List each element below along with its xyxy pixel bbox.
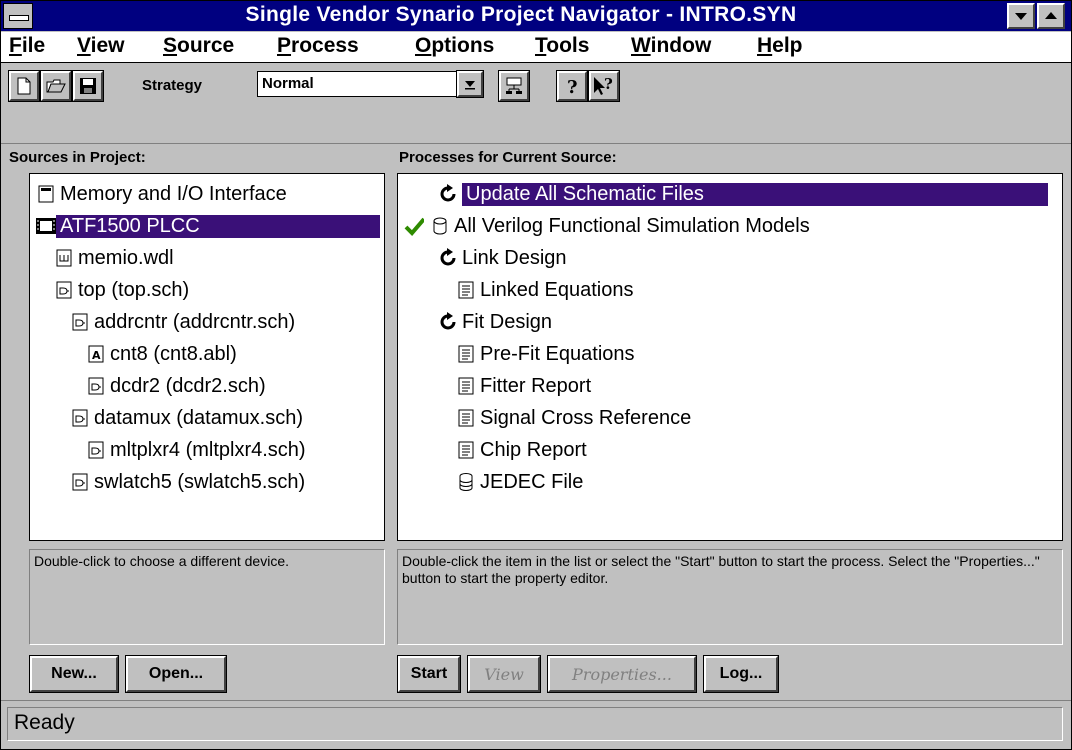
list-item[interactable]: Fit Design (438, 306, 1058, 338)
chip-icon (36, 216, 56, 236)
wdl-file-icon (54, 248, 74, 268)
project-icon (36, 184, 56, 204)
list-item[interactable]: Update All Schematic Files (438, 178, 1058, 210)
menu-options[interactable]: Options (415, 34, 494, 58)
list-item[interactable]: Chip Report (456, 434, 1058, 466)
svg-text:?: ? (604, 75, 613, 93)
new-document-icon (17, 77, 31, 95)
list-item[interactable]: Pre-Fit Equations (456, 338, 1058, 370)
title-bar[interactable]: Single Vendor Synario Project Navigator … (1, 1, 1071, 31)
strategy-dropdown-button[interactable] (456, 70, 484, 98)
minimize-button[interactable] (1007, 3, 1035, 29)
maximize-button[interactable] (1037, 3, 1065, 29)
sources-hint: Double-click to choose a different devic… (29, 549, 385, 645)
context-help-icon: ? (594, 75, 613, 95)
question-mark-icon: ? (567, 77, 578, 96)
minimize-icon (1015, 13, 1027, 20)
open-button[interactable]: Open... (125, 655, 227, 693)
save-button[interactable] (72, 70, 104, 102)
jedec-icon (456, 472, 476, 492)
toolbar: Strategy ? ? (1, 63, 1071, 143)
abel-file-icon: A (86, 344, 106, 364)
schematic-icon (70, 472, 90, 492)
start-button[interactable]: Start (397, 655, 461, 693)
schematic-icon (54, 280, 74, 300)
menu-view[interactable]: View (77, 34, 125, 58)
report-icon (456, 408, 476, 428)
svg-text:A: A (92, 349, 101, 362)
report-icon (456, 440, 476, 460)
list-item[interactable]: mltplxr4 (mltplxr4.sch) (86, 434, 380, 466)
process-icon (438, 184, 458, 204)
hierarchy-icon (506, 77, 522, 94)
dropdown-arrow-icon (465, 81, 475, 90)
system-menu-button[interactable] (3, 3, 33, 29)
strategy-label: Strategy (142, 77, 203, 94)
process-icon (438, 248, 458, 268)
list-item[interactable]: addrcntr (addrcntr.sch) (70, 306, 380, 338)
context-help-button[interactable]: ? (588, 70, 620, 102)
help-button[interactable]: ? (556, 70, 588, 102)
menu-source[interactable]: Source (163, 34, 234, 58)
list-item[interactable]: datamux (datamux.sch) (70, 402, 380, 434)
schematic-icon (70, 408, 90, 428)
list-item[interactable]: Signal Cross Reference (456, 402, 1058, 434)
sources-list[interactable]: Memory and I/O Interface ATF1500 PLCC me… (29, 173, 385, 541)
toolbar-divider (1, 143, 1071, 144)
report-icon (456, 280, 476, 300)
log-button[interactable]: Log... (703, 655, 779, 693)
floppy-disk-icon (80, 78, 96, 94)
list-item[interactable]: Memory and I/O Interface (36, 178, 380, 210)
window-title: Single Vendor Synario Project Navigator … (245, 3, 797, 26)
list-item[interactable]: ATF1500 PLCC (36, 210, 380, 242)
processes-hint: Double-click the item in the list or sel… (397, 549, 1063, 645)
status-bar: Ready (7, 707, 1063, 741)
processes-list[interactable]: Update All Schematic Files All Verilog F… (397, 173, 1063, 541)
menu-file[interactable]: File (9, 34, 45, 58)
schematic-icon (86, 440, 106, 460)
list-item[interactable]: All Verilog Functional Simulation Models (404, 210, 1058, 242)
view-button[interactable]: View (467, 655, 541, 693)
list-item[interactable]: JEDEC File (456, 466, 1058, 498)
hierarchy-button[interactable] (498, 70, 530, 102)
new-document-button[interactable] (8, 70, 40, 102)
maximize-icon (1045, 12, 1057, 19)
list-item[interactable]: Fitter Report (456, 370, 1058, 402)
process-icon (438, 312, 458, 332)
status-divider (1, 700, 1071, 701)
menu-window[interactable]: Window (631, 34, 711, 58)
svg-text:?: ? (567, 77, 578, 96)
list-item[interactable]: A cnt8 (cnt8.abl) (86, 338, 380, 370)
schematic-icon (70, 312, 90, 332)
open-project-button[interactable] (40, 70, 72, 102)
list-item[interactable]: dcdr2 (dcdr2.sch) (86, 370, 380, 402)
menu-tools[interactable]: Tools (535, 34, 589, 58)
processes-panel-label: Processes for Current Source: (399, 149, 617, 166)
db-outline-icon (430, 216, 450, 236)
system-menu-icon (9, 15, 29, 21)
list-item[interactable]: swlatch5 (swlatch5.sch) (70, 466, 380, 498)
schematic-icon (86, 376, 106, 396)
menu-help[interactable]: Help (757, 34, 803, 58)
list-item[interactable]: Link Design (438, 242, 1058, 274)
list-item[interactable]: memio.wdl (54, 242, 380, 274)
new-button[interactable]: New... (29, 655, 119, 693)
list-item[interactable]: top (top.sch) (54, 274, 380, 306)
open-folder-icon (46, 79, 66, 93)
menu-bar: File View Source Process Options Tools W… (1, 32, 1071, 63)
report-icon (456, 344, 476, 364)
list-item[interactable]: Linked Equations (456, 274, 1058, 306)
properties-button[interactable]: Properties... (547, 655, 697, 693)
checkmark-icon (404, 216, 424, 236)
report-icon (456, 376, 476, 396)
menu-process[interactable]: Process (277, 34, 359, 58)
strategy-select[interactable]: Normal (257, 71, 457, 97)
sources-panel-label: Sources in Project: (9, 149, 146, 166)
main-window: Single Vendor Synario Project Navigator … (0, 0, 1072, 750)
